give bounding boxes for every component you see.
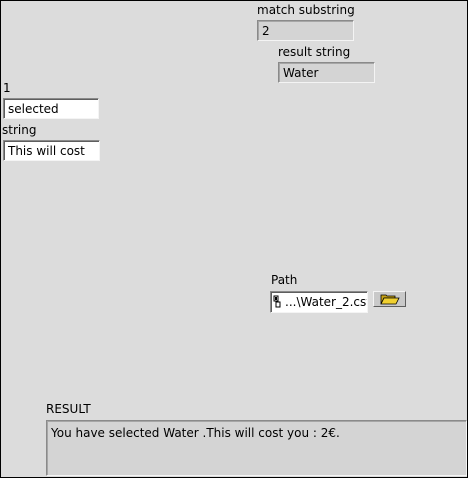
browse-button[interactable]: [373, 291, 406, 307]
path-file-icon: [273, 295, 281, 308]
match-substring-indicator: 2: [257, 20, 354, 41]
result-string-label: result string: [278, 45, 351, 59]
path-label: Path: [271, 273, 298, 287]
result-indicator: You have selected Water .This will cost …: [46, 420, 467, 476]
result-string-indicator: Water: [278, 62, 375, 83]
control-1-label: 1: [3, 81, 11, 95]
string-input[interactable]: This will cost: [3, 140, 100, 161]
string-label: string: [2, 123, 37, 137]
path-value: ...\Water_2.csv: [285, 295, 367, 309]
path-input[interactable]: ...\Water_2.csv: [270, 291, 368, 313]
result-label: RESULT: [46, 402, 91, 416]
control-1-input[interactable]: selected: [3, 98, 99, 119]
match-substring-label: match substring: [257, 3, 355, 17]
folder-open-icon: [379, 294, 400, 305]
front-panel: match substring 2 result string Water 1 …: [0, 0, 468, 478]
